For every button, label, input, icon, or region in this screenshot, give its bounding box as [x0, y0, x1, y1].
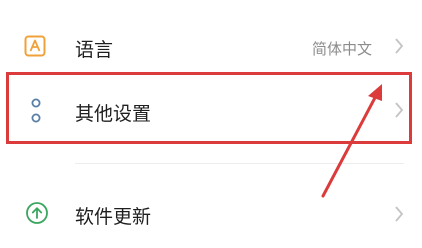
chevron-right-icon [394, 205, 404, 227]
divider [75, 163, 404, 164]
letter-a-icon [24, 35, 46, 61]
chevron-right-icon [394, 37, 404, 59]
settings-item-software-update[interactable]: 软件更新 [0, 178, 422, 248]
highlight-box [6, 72, 412, 144]
settings-item-label: 语言 [75, 39, 114, 61]
settings-item-label: 软件更新 [75, 206, 152, 228]
settings-item-language[interactable]: 语言 简体中文 [0, 0, 422, 72]
language-value: 简体中文 [311, 40, 372, 58]
arrow-up-circle-icon [25, 201, 49, 229]
